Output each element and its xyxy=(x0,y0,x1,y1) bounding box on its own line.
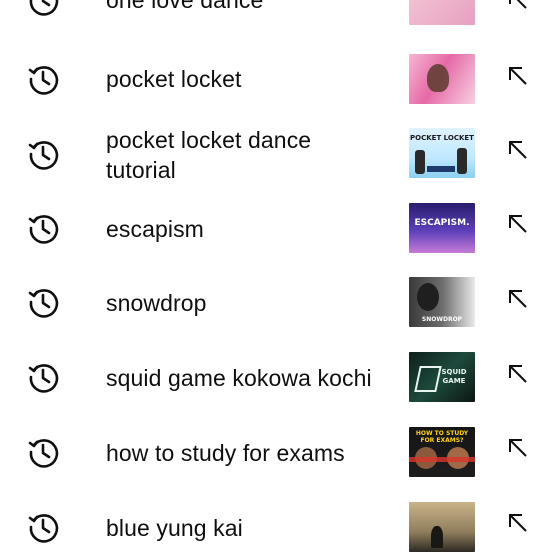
suggestion-row[interactable]: blue yung kai xyxy=(0,489,560,560)
history-icon xyxy=(28,364,59,393)
arrow-up-left-icon[interactable] xyxy=(506,436,530,460)
suggestion-row[interactable]: how to study for exams HOW TO STUDY FOR … xyxy=(0,414,560,488)
thumbnail-caption: SNOWDROP xyxy=(421,316,463,323)
thumbnail-caption: HOW TO STUDY FOR EXAMS? xyxy=(415,430,469,444)
thumbnail-caption: SQUID GAME xyxy=(441,368,467,385)
suggestion-thumbnail: SNOWDROP xyxy=(409,277,475,327)
suggestion-text: how to study for exams xyxy=(106,440,345,466)
suggestion-thumbnail xyxy=(409,0,475,25)
arrow-up-left-icon[interactable] xyxy=(506,511,530,535)
history-icon xyxy=(29,0,59,16)
suggestion-thumbnail xyxy=(409,54,475,104)
suggestion-text: escapism xyxy=(106,216,204,242)
history-icon xyxy=(28,141,59,170)
history-icon xyxy=(28,215,59,244)
arrow-up-left-icon[interactable] xyxy=(506,0,530,12)
history-icon xyxy=(28,66,59,95)
arrow-up-left-icon[interactable] xyxy=(506,138,530,162)
thumbnail-caption: POCKET LOCKET xyxy=(410,134,474,142)
history-icon xyxy=(28,439,59,468)
suggestion-thumbnail: SQUID GAME xyxy=(409,352,475,402)
arrow-up-left-icon[interactable] xyxy=(506,287,530,311)
suggestion-row[interactable]: pocket locket dance tutorial POCKET LOCK… xyxy=(0,116,560,192)
arrow-up-left-icon[interactable] xyxy=(506,362,530,386)
suggestion-thumbnail xyxy=(409,502,475,552)
suggestion-text: pocket locket xyxy=(106,66,242,92)
suggestion-thumbnail: POCKET LOCKET xyxy=(409,128,475,178)
suggestion-text: pocket locket dance tutorial xyxy=(106,127,312,183)
search-suggestions-list: one love dance pocket locket pocket lock… xyxy=(0,0,560,560)
suggestion-text: snowdrop xyxy=(106,290,207,316)
suggestion-thumbnail: HOW TO STUDY FOR EXAMS? xyxy=(409,427,475,477)
history-icon xyxy=(28,289,59,318)
suggestion-row[interactable]: pocket locket xyxy=(0,42,560,116)
suggestion-text: one love dance xyxy=(106,0,264,13)
history-icon xyxy=(28,514,59,543)
arrow-up-left-icon[interactable] xyxy=(506,64,530,88)
suggestion-row[interactable]: squid game kokowa kochi SQUID GAME xyxy=(0,340,560,414)
thumbnail-caption: ESCAPISM. xyxy=(414,218,470,228)
suggestion-row[interactable]: escapism ESCAPISM. xyxy=(0,190,560,264)
suggestion-text: blue yung kai xyxy=(106,515,243,541)
suggestion-text: squid game kokowa kochi xyxy=(106,365,372,391)
arrow-up-left-icon[interactable] xyxy=(506,212,530,236)
suggestion-row[interactable]: snowdrop SNOWDROP xyxy=(0,265,560,339)
suggestion-row[interactable]: one love dance xyxy=(0,0,560,37)
suggestion-thumbnail: ESCAPISM. xyxy=(409,203,475,253)
